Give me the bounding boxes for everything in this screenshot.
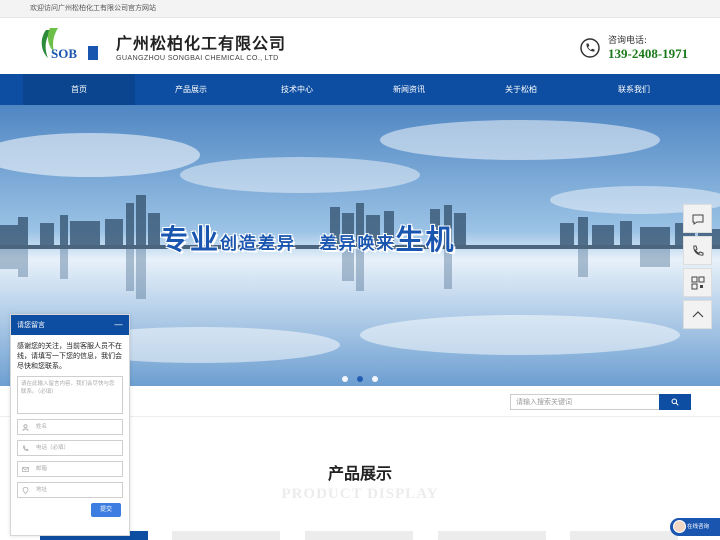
category-tab-2[interactable] <box>172 531 280 540</box>
user-icon <box>22 423 29 431</box>
slider-dots <box>342 367 387 386</box>
nav-item-contact[interactable]: 联系我们 <box>578 74 690 105</box>
qrcode-icon <box>691 276 704 289</box>
main-nav: 首页 产品展示 技术中心 新闻资讯 关于松柏 联系我们 <box>0 74 720 105</box>
phone-icon <box>23 445 29 451</box>
slider-dot-1[interactable] <box>342 376 348 382</box>
company-name-cn: 广州松柏化工有限公司 <box>116 34 287 53</box>
banner-slogan: 专业创造差异 差异唤来生机 <box>160 223 456 256</box>
phone-icon <box>580 38 600 58</box>
slider-dot-3[interactable] <box>372 376 378 382</box>
nav-item-about[interactable]: 关于松柏 <box>465 74 577 105</box>
avatar <box>673 520 686 533</box>
chevron-up-icon <box>692 310 703 317</box>
email-icon <box>22 466 29 472</box>
chat-notice: 感谢您的关注，当前客服人员不在线，请填写一下您的信息，我们会尽快和您联系。 <box>17 342 122 370</box>
online-consult-button[interactable]: 在线咨询 <box>670 518 720 536</box>
nav-item-home[interactable]: 首页 <box>23 74 135 105</box>
nav-item-tech[interactable]: 技术中心 <box>241 74 353 105</box>
category-tab-3[interactable] <box>305 531 413 540</box>
nav-item-news[interactable]: 新闻资讯 <box>353 74 465 105</box>
name-field[interactable]: 姓名 <box>17 419 123 435</box>
svg-text:SOB: SOB <box>51 46 77 61</box>
message-textarea[interactable]: 请在此输入留言内容，我们会尽快与您联系。（必填） <box>17 376 123 414</box>
location-icon <box>22 486 29 494</box>
phone-label: 咨询电话: <box>608 36 648 46</box>
side-backtotop-button[interactable] <box>683 300 712 329</box>
header: SOB 广州松柏化工有限公司 GUANGZHOU SONGBAI CHEMICA… <box>0 18 720 74</box>
phone-icon <box>692 245 703 256</box>
welcome-text: 欢迎访问广州松柏化工有限公司官方网站 <box>30 4 156 12</box>
side-toolbar <box>683 204 712 332</box>
search-button[interactable] <box>659 394 691 410</box>
leave-message-widget: 请您留言 — 感谢您的关注，当前客服人员不在线，请填写一下您的信息，我们会尽快和… <box>10 314 130 536</box>
category-tab-5[interactable] <box>570 531 678 540</box>
company-logo[interactable]: SOB <box>36 24 102 68</box>
phone-field[interactable]: 电话（必填） <box>17 440 123 456</box>
side-chat-button[interactable] <box>683 204 712 233</box>
phone-number[interactable]: 139-2408-1971 <box>608 46 688 62</box>
search-icon <box>671 398 679 406</box>
minimize-button[interactable]: — <box>114 315 123 335</box>
address-field[interactable]: 地址 <box>17 482 123 498</box>
side-qrcode-button[interactable] <box>683 268 712 297</box>
slider-dot-2[interactable] <box>357 376 363 382</box>
side-phone-button[interactable] <box>683 236 712 265</box>
category-tab-4[interactable] <box>438 531 546 540</box>
nav-item-products[interactable]: 产品展示 <box>135 74 247 105</box>
chat-header: 请您留言 — <box>11 315 129 335</box>
top-bar: 欢迎访问广州松柏化工有限公司官方网站 <box>0 0 720 18</box>
email-field[interactable]: 邮箱 <box>17 461 123 477</box>
search-input[interactable]: 请输入搜索关键词 <box>510 394 660 410</box>
company-name-en: GUANGZHOU SONGBAI CHEMICAL CO., LTD <box>116 53 279 62</box>
chat-icon <box>692 214 703 225</box>
submit-button[interactable]: 提交 <box>91 503 121 517</box>
